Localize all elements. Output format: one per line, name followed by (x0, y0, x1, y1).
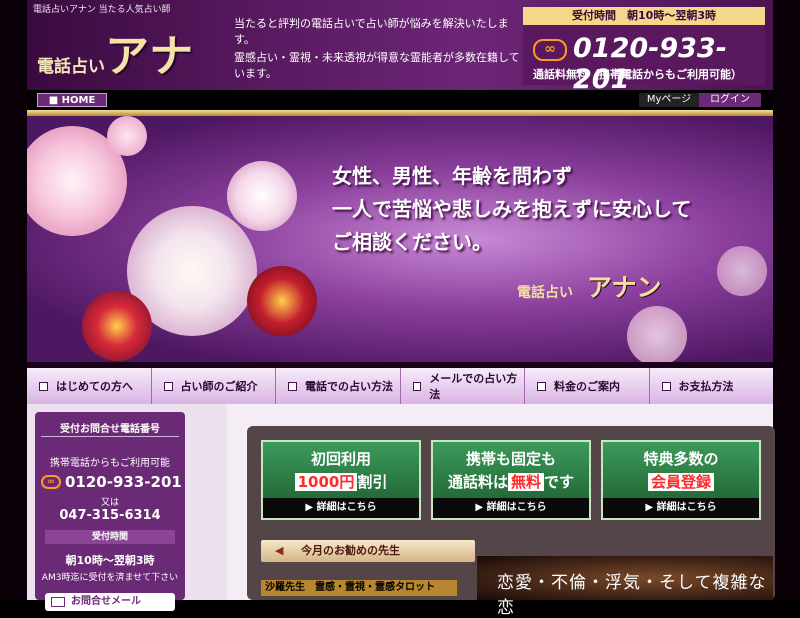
menu-item-label: はじめての方へ (56, 380, 133, 393)
promo-detail-link[interactable]: ▶ 詳細はこちら (433, 498, 589, 518)
free-dial-icon: ∞ (533, 39, 567, 61)
main-content: 初回利用 1000円 割引 ▶ 詳細はこちら 携帯も固定も 通話料は 無料 です ▶ … (227, 404, 775, 618)
promo-highlight: 1000円 (294, 473, 358, 491)
promo-member-registration[interactable]: 特典多数の 会員登録 ▶ 詳細はこちら (601, 440, 761, 520)
mail-icon (51, 597, 65, 607)
menu-item-fortune-tellers[interactable]: 占い師のご紹介 (151, 368, 276, 404)
home-button[interactable]: ■ HOME (37, 93, 107, 107)
promo-line-2-post: です (544, 473, 575, 491)
sidebar-or: 又は (100, 498, 119, 508)
promo-line-2-pre: 通話料は (447, 473, 508, 491)
header-description-2: 霊感占い・霊視・未来透視が得意な霊能者が多数在籍しています。 (234, 51, 520, 80)
promo-highlight: 会員登録 (647, 473, 714, 491)
featured-teacher-bar[interactable]: 沙羅先生 霊感・霊視・霊感タロット (261, 580, 457, 596)
site-header: 電話占いアナン 当たる人気占い師 電話占い アナン 当たると評判の電話占いで占い… (27, 0, 773, 146)
sidebar-divider (41, 436, 179, 437)
phone-note: 通話料無料（携帯電話からもご利用可能） (533, 68, 742, 81)
menu-item-label: 占い師のご紹介 (180, 380, 258, 393)
peony-flower-image (227, 161, 297, 231)
love-banner[interactable]: 恋愛・不倫・浮気・そして複雑な恋 (477, 556, 773, 618)
hero-logo-small: 電話占い (517, 285, 573, 301)
menu-item-label: お支払方法 (678, 380, 734, 393)
contact-sidebar: 受付お問合せ電話番号 携帯電話からもご利用可能 ∞ 0120-933-201 又… (35, 412, 185, 611)
sidebar-hours: 朝10時～翌朝3時 (65, 554, 155, 567)
promo-line-1: 初回利用 (310, 450, 371, 468)
menu-item-mail-method[interactable]: メールでの占い方法 (400, 368, 525, 404)
site-logo[interactable]: 電話占い アナン (27, 14, 227, 146)
square-bullet-icon (537, 381, 546, 391)
promo-line-2: 1000円 割引 (263, 471, 419, 492)
square-bullet-icon (163, 381, 173, 391)
menu-item-label: 電話での占い方法 (305, 380, 393, 393)
contact-mail-button[interactable]: お問合せメール (45, 593, 175, 611)
phone-hours: 受付時間 朝10時～翌朝3時 (523, 7, 765, 25)
hero-message: 女性、男性、年齢を問わず 一人で苦悩や悲しみを抱えずに安心して ご相談ください。 (332, 160, 691, 259)
phone-number[interactable]: 0120-933-201 (573, 33, 765, 95)
menu-item-pricing[interactable]: 料金のご案内 (525, 368, 650, 404)
login-button[interactable]: ログイン (699, 93, 761, 107)
square-bullet-icon (39, 381, 48, 391)
right-margin (773, 0, 800, 600)
recommended-teacher-heading: ◀ 今月のお勧めの先生 (261, 540, 475, 562)
sidebar-note: AM3時迄に受付を済ませて下さい (41, 573, 179, 583)
hero-banner: 女性、男性、年齢を問わず 一人で苦悩や悲しみを抱えずに安心して ご相談ください。… (27, 116, 773, 362)
menu-item-first-time[interactable]: はじめての方へ (27, 368, 152, 404)
square-bullet-icon (288, 381, 297, 391)
promo-first-use[interactable]: 初回利用 1000円 割引 ▶ 詳細はこちら (261, 440, 421, 520)
promo-line-1: 携帯も固定も (465, 450, 556, 468)
promo-free-call[interactable]: 携帯も固定も 通話料は 無料 です ▶ 詳細はこちら (431, 440, 591, 520)
square-bullet-icon (412, 381, 422, 391)
sidebar-phone-number[interactable]: 0120-933-201 (65, 473, 182, 491)
menu-item-label: 料金のご案内 (554, 380, 620, 393)
promo-panel: 初回利用 1000円 割引 ▶ 詳細はこちら 携帯も固定も 通話料は 無料 です ▶ … (247, 426, 775, 618)
mypage-button[interactable]: Myページ (639, 93, 699, 107)
promo-line-2-post: 割引 (357, 473, 388, 491)
promo-line-2: 通話料は 無料 です (433, 471, 589, 492)
sidebar-hours-title: 受付時間 (45, 530, 175, 544)
free-dial-icon: ∞ (41, 475, 61, 489)
menu-item-label: メールでの占い方法 (429, 372, 518, 401)
logo-small-text: 電話占い (37, 57, 105, 77)
promo-detail-link[interactable]: ▶ 詳細はこちら (603, 498, 759, 518)
temari-ball-image (82, 291, 152, 361)
recommended-heading-label: 今月のお勧めの先生 (301, 544, 400, 557)
hero-line-2: 一人で苦悩や悲しみを抱えずに安心して (332, 197, 692, 221)
promo-line-1: 特典多数の (643, 450, 719, 468)
header-description-1: 当たると評判の電話占いで占い師が悩みを解決いたします。 (234, 17, 509, 46)
temari-ball-image (247, 266, 317, 336)
promo-highlight: 無料 (507, 473, 544, 491)
sidebar-title: 受付お問合せ電話番号 (60, 424, 160, 435)
promo-detail-link[interactable]: ▶ 詳細はこちら (263, 498, 419, 518)
content-area: 受付お問合せ電話番号 携帯電話からもご利用可能 ∞ 0120-933-201 又… (27, 404, 775, 618)
love-banner-text: 恋愛・不倫・浮気・そして複雑な恋 (497, 573, 767, 618)
menu-item-payment[interactable]: お支払方法 (649, 368, 773, 404)
sidebar-mobile-note: 携帯電話からもご利用可能 (50, 458, 170, 469)
hero-line-3: ご相談ください。 (332, 230, 492, 254)
sidebar-phone-number-2[interactable]: 047-315-6314 (35, 508, 185, 523)
contact-mail-label: お問合せメール (71, 596, 141, 607)
cherry-blossom-image (627, 306, 687, 362)
cherry-blossom-image (717, 246, 767, 296)
top-nav: ■ HOME Myページ ログイン (27, 90, 773, 110)
triangle-bullet-icon: ◀ (275, 544, 284, 557)
phone-body: ∞ 0120-933-201 通話料無料（携帯電話からもご利用可能） (523, 25, 765, 95)
promo-line-2: 会員登録 (603, 471, 759, 492)
header-phone-box: 受付時間 朝10時～翌朝3時 ∞ 0120-933-201 通話料無料（携帯電話… (523, 7, 765, 95)
hero-logo-big: アナン (587, 273, 662, 302)
square-bullet-icon (661, 381, 671, 391)
hero-line-1: 女性、男性、年齢を問わず (332, 164, 572, 188)
main-menu: はじめての方へ 占い師のご紹介 電話での占い方法 メールでの占い方法 料金のご案… (27, 368, 773, 404)
cherry-blossom-image (107, 116, 147, 156)
page: 電話占いアナン 当たる人気占い師 電話占い アナン 当たると評判の電話占いで占い… (0, 0, 800, 618)
menu-item-phone-method[interactable]: 電話での占い方法 (276, 368, 401, 404)
left-margin (0, 0, 27, 600)
